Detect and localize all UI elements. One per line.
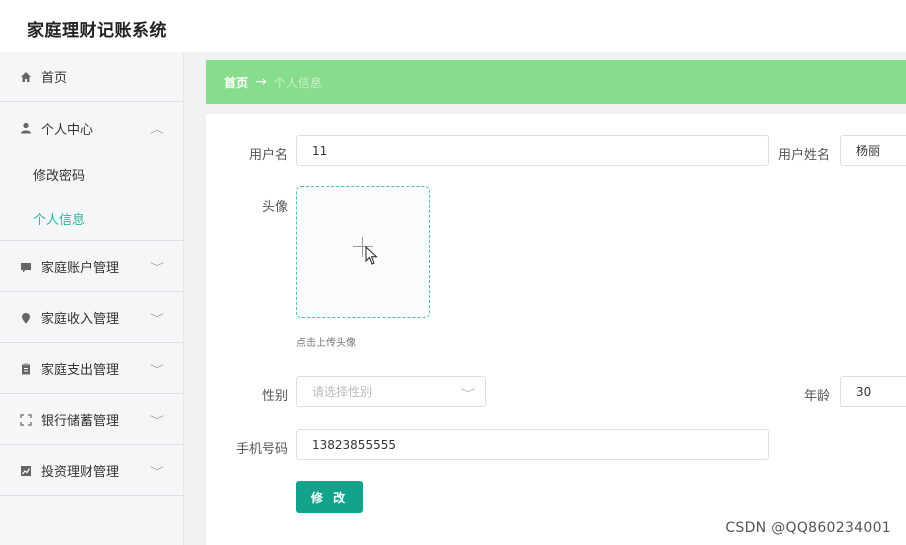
sidebar-item-label: 家庭账户管理 xyxy=(41,261,120,276)
sidebar-item-family-accounts[interactable]: 家庭账户管理 ﹀ xyxy=(0,242,183,292)
chevron-up-icon: ︿ xyxy=(150,124,164,136)
sidebar-item-label: 首页 xyxy=(41,71,68,86)
sidebar-item-investment[interactable]: 投资理财管理 ﹀ xyxy=(0,446,183,496)
fullscreen-icon xyxy=(19,413,33,427)
username-input[interactable]: 11 xyxy=(296,135,769,166)
chevron-down-icon: ﹀ xyxy=(150,467,164,478)
realname-value: 杨丽 xyxy=(856,144,881,158)
submit-button[interactable]: 修 改 xyxy=(296,481,363,513)
chevron-down-icon: ﹀ xyxy=(150,314,164,325)
breadcrumb-current: 个人信息 xyxy=(273,75,322,90)
age-value: 30 xyxy=(856,384,872,399)
sidebar-item-family-expense[interactable]: 家庭支出管理 ﹀ xyxy=(0,344,183,394)
message-icon xyxy=(19,260,33,274)
profile-form: 用户名 11 用户姓名 杨丽 头像 点击上传头像 性别 请选择性别 ﹀ 年龄 3… xyxy=(206,114,906,545)
breadcrumb-separator: → xyxy=(255,74,267,90)
home-icon xyxy=(19,70,33,84)
sidebar-item-family-income[interactable]: 家庭收入管理 ﹀ xyxy=(0,293,183,343)
chevron-down-icon: ﹀ xyxy=(150,263,164,274)
sidebar-item-label: 家庭收入管理 xyxy=(41,312,120,327)
avatar-label: 头像 xyxy=(261,200,288,215)
sidebar-item-bank-savings[interactable]: 银行储蓄管理 ﹀ xyxy=(0,395,183,445)
sidebar-item-label: 投资理财管理 xyxy=(41,465,120,480)
realname-input[interactable]: 杨丽 xyxy=(840,135,906,166)
phone-label: 手机号码 xyxy=(235,442,288,457)
age-input[interactable]: 30 xyxy=(840,376,906,407)
gender-label: 性别 xyxy=(261,389,288,404)
sidebar: 首页 个人中心 ︿ 修改密码 个人信息 家庭账户管理 ﹀ 家庭收入管理 ﹀ 家庭… xyxy=(0,52,184,545)
gender-select[interactable]: 请选择性别 ﹀ xyxy=(296,376,486,407)
sidebar-item-label: 家庭支出管理 xyxy=(41,363,120,378)
username-value: 11 xyxy=(312,143,328,158)
chart-icon xyxy=(19,464,33,478)
sidebar-subitem-label: 修改密码 xyxy=(33,168,86,184)
main-content: 首页 → 个人信息 用户名 11 用户姓名 杨丽 头像 点击上传头像 性别 请选… xyxy=(184,52,906,545)
phone-value: 13823855555 xyxy=(312,437,396,452)
sidebar-subitem-personal-info[interactable]: 个人信息 xyxy=(0,196,183,241)
realname-label: 用户姓名 xyxy=(777,148,830,163)
sidebar-item-label: 个人中心 xyxy=(41,122,94,138)
user-icon xyxy=(19,121,33,135)
chevron-down-icon: ﹀ xyxy=(460,389,476,400)
sidebar-subitem-label: 个人信息 xyxy=(33,212,86,228)
sidebar-subitem-change-password[interactable]: 修改密码 xyxy=(0,152,183,196)
avatar-upload[interactable] xyxy=(296,186,430,318)
avatar-upload-hint: 点击上传头像 xyxy=(296,338,356,349)
phone-input[interactable]: 13823855555 xyxy=(296,429,769,460)
sidebar-item-label: 银行储蓄管理 xyxy=(41,414,120,429)
top-bar: 家庭理财记账系统 xyxy=(0,0,906,52)
breadcrumb-home[interactable]: 首页 xyxy=(224,74,248,91)
location-icon xyxy=(19,311,33,325)
cursor-icon xyxy=(365,246,378,265)
watermark: CSDN @QQ860234001 xyxy=(725,520,891,536)
gender-placeholder: 请选择性别 xyxy=(312,385,373,399)
chevron-down-icon: ﹀ xyxy=(150,365,164,376)
app-title: 家庭理财记账系统 xyxy=(27,21,167,41)
sidebar-item-personal-center[interactable]: 个人中心 ︿ xyxy=(0,103,183,153)
breadcrumb: 首页 → 个人信息 xyxy=(206,60,906,104)
chevron-down-icon: ﹀ xyxy=(150,416,164,427)
age-label: 年龄 xyxy=(803,389,830,404)
sidebar-item-home[interactable]: 首页 xyxy=(0,52,183,102)
document-icon xyxy=(19,362,33,376)
username-label: 用户名 xyxy=(248,148,288,163)
